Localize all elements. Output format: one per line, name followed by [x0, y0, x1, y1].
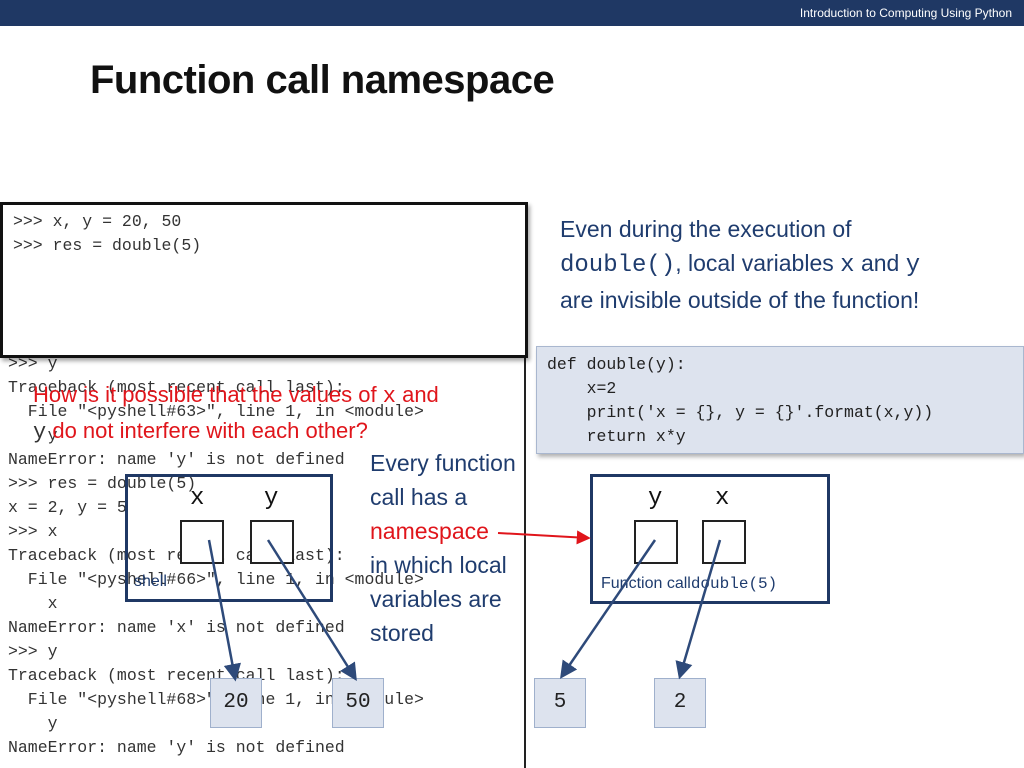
- var-y-slot: [250, 520, 294, 564]
- header-bar: Introduction to Computing Using Python: [0, 0, 1024, 26]
- var-y-label: y: [264, 485, 279, 512]
- shell-line: NameError: name 'x' is not defined: [8, 618, 345, 637]
- var-x-label: x: [190, 485, 205, 512]
- shell-namespace: x y shell: [125, 474, 333, 602]
- function-namespace: y x Function calldouble(5): [590, 474, 830, 604]
- code-line: >>> res = double(5): [13, 236, 202, 255]
- question-line-1: How is it possible that the values of x …: [33, 382, 439, 409]
- shell-line: x: [8, 594, 58, 613]
- code-line: >>> x, y = 20, 50: [13, 212, 182, 231]
- slide-title: Function call namespace: [90, 58, 555, 102]
- value-box-5: 5: [534, 678, 586, 728]
- def-line: return x*y: [547, 427, 686, 446]
- namespace-label: Function calldouble(5): [601, 575, 778, 593]
- explanation-text: Even during the execution of double(), l…: [560, 216, 921, 313]
- def-line: def double(y):: [547, 355, 686, 374]
- shell-line: NameError: name 'y' is not defined: [8, 450, 345, 469]
- shell-line: x = 2, y = 5: [8, 498, 127, 517]
- var-x-slot: [702, 520, 746, 564]
- value-box-20: 20: [210, 678, 262, 728]
- var-y-label: y: [648, 485, 663, 512]
- shell-line: NameError: name 'y' is not defined: [8, 738, 345, 757]
- course-title: Introduction to Computing Using Python: [799, 6, 1012, 20]
- shell-line: y: [8, 714, 58, 733]
- shell-line: >>> x: [8, 522, 58, 541]
- var-x-slot: [180, 520, 224, 564]
- namespace-label: shell: [134, 573, 167, 590]
- function-definition: def double(y): x=2 print('x = {}, y = {}…: [536, 346, 1024, 454]
- value-box-2: 2: [654, 678, 706, 728]
- question-line-2: y do not interfere with each other?: [33, 418, 368, 445]
- var-y-slot: [634, 520, 678, 564]
- shell-line: >>> y: [8, 642, 58, 661]
- def-line: print('x = {}, y = {}'.format(x,y)): [547, 403, 934, 422]
- def-line: x=2: [547, 379, 617, 398]
- code-box: >>> x, y = 20, 50 >>> res = double(5): [0, 202, 528, 358]
- shell-line: Traceback (most recent call last):: [8, 666, 345, 685]
- var-x-label: x: [715, 485, 730, 512]
- namespace-explanation: Every function call has a namespace in w…: [370, 450, 516, 646]
- value-box-50: 50: [332, 678, 384, 728]
